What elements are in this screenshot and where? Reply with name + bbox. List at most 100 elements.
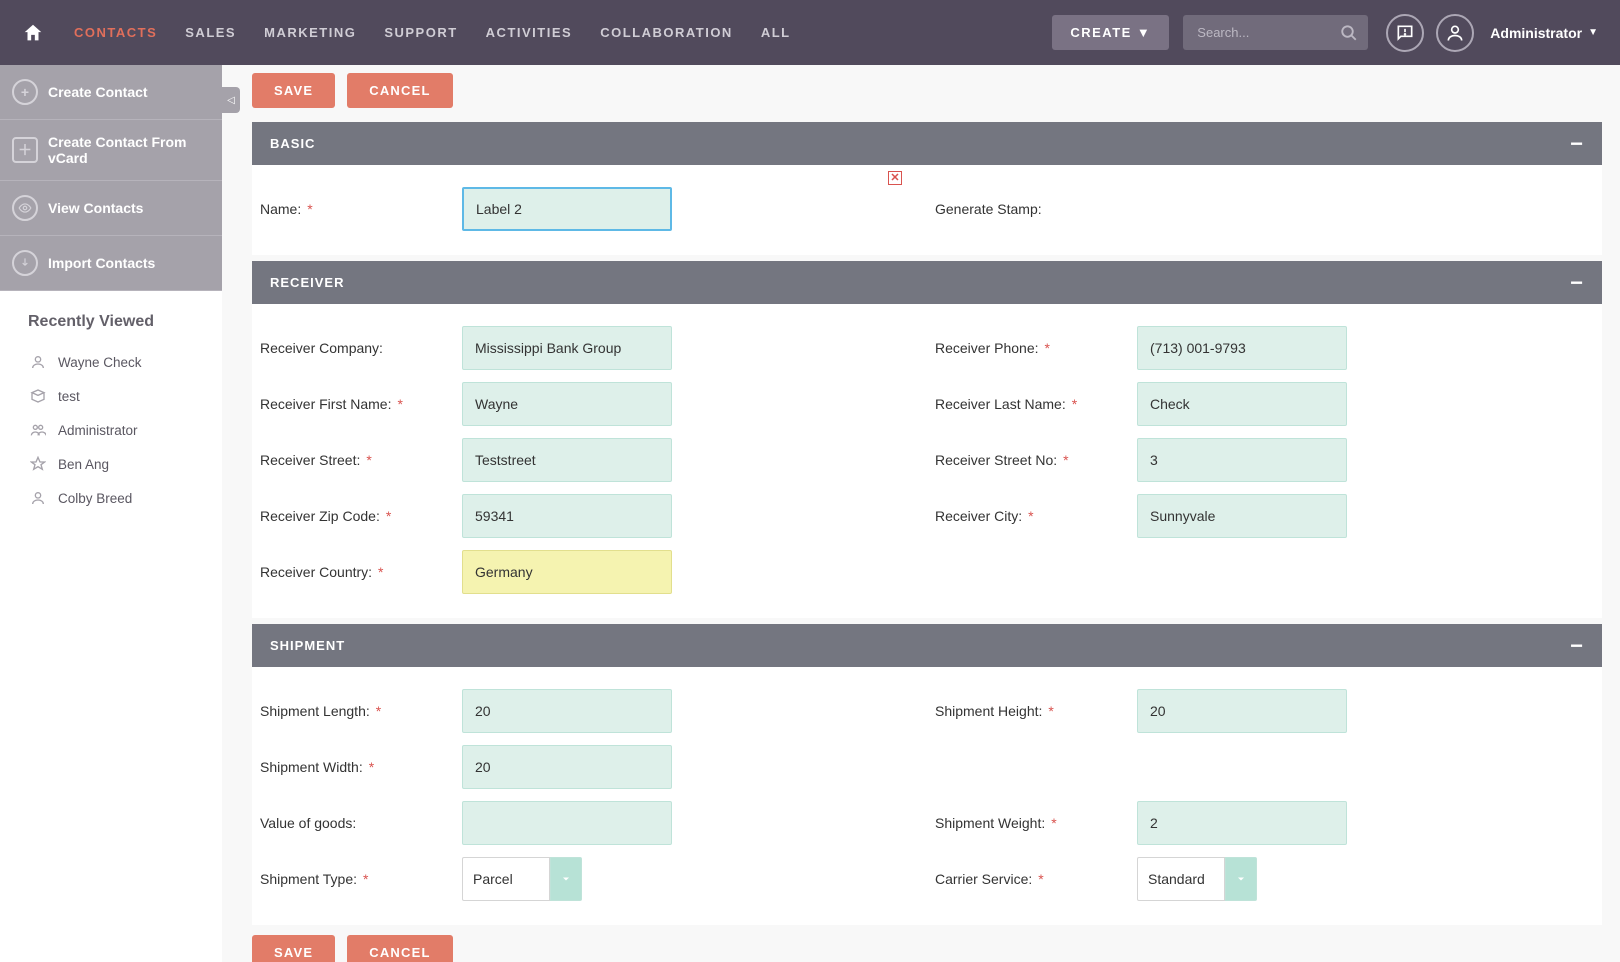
save-button-bottom[interactable]: SAVE bbox=[252, 935, 335, 962]
field-label: Shipment Height:* bbox=[927, 703, 1137, 719]
download-icon bbox=[12, 250, 38, 276]
recent-item-label: Ben Ang bbox=[58, 457, 109, 472]
field-label: Receiver Company: bbox=[252, 340, 462, 356]
field-label: Receiver Street No:* bbox=[927, 452, 1137, 468]
box-icon bbox=[28, 386, 48, 406]
cancel-button[interactable]: CANCEL bbox=[347, 73, 452, 108]
search-icon[interactable] bbox=[1340, 24, 1358, 42]
user-menu-caret-icon[interactable]: ▼ bbox=[1588, 27, 1598, 38]
field-label: Receiver Street:* bbox=[252, 452, 462, 468]
field-label: Shipment Type:* bbox=[252, 871, 462, 887]
nav-marketing[interactable]: MARKETING bbox=[264, 25, 356, 40]
receiver-first-input[interactable] bbox=[462, 382, 672, 426]
receiver-zip-input[interactable] bbox=[462, 494, 672, 538]
recent-item-label: Wayne Check bbox=[58, 355, 142, 370]
field-label: Shipment Weight:* bbox=[927, 815, 1137, 831]
recent-item[interactable]: Ben Ang bbox=[28, 447, 194, 481]
receiver-country-input[interactable] bbox=[462, 550, 672, 594]
field-label: Receiver Country:* bbox=[252, 564, 462, 580]
field-label: Shipment Width:* bbox=[252, 759, 462, 775]
receiver-streetno-input[interactable] bbox=[1137, 438, 1347, 482]
field-label: Receiver City:* bbox=[927, 508, 1137, 524]
sidebar-item-label: Create Contact From vCard bbox=[48, 134, 210, 166]
receiver-company-input[interactable] bbox=[462, 326, 672, 370]
sidebar-item-label: Import Contacts bbox=[48, 255, 155, 271]
nav-all[interactable]: ALL bbox=[761, 25, 791, 40]
notifications-icon[interactable] bbox=[1386, 14, 1424, 52]
nav-collaboration[interactable]: COLLABORATION bbox=[600, 25, 733, 40]
user-label[interactable]: Administrator bbox=[1490, 25, 1582, 41]
receiver-phone-input[interactable] bbox=[1137, 326, 1347, 370]
field-label: Receiver First Name:* bbox=[252, 396, 462, 412]
section-title: RECEIVER bbox=[270, 275, 344, 290]
nav-activities[interactable]: ACTIVITIES bbox=[486, 25, 573, 40]
section-title: BASIC bbox=[270, 136, 315, 151]
nav-contacts[interactable]: CONTACTS bbox=[74, 25, 157, 40]
recent-item-label: Administrator bbox=[58, 423, 138, 438]
receiver-city-input[interactable] bbox=[1137, 494, 1347, 538]
save-button[interactable]: SAVE bbox=[252, 73, 335, 108]
name-input[interactable] bbox=[462, 187, 672, 231]
section-shipment: SHIPMENT − Shipment Length:* Shipment He… bbox=[252, 624, 1602, 925]
field-label: Receiver Last Name:* bbox=[927, 396, 1137, 412]
user-icon[interactable] bbox=[1436, 14, 1474, 52]
shipment-width-input[interactable] bbox=[462, 745, 672, 789]
field-label: Name:* bbox=[252, 201, 462, 217]
field-label: Generate Stamp: bbox=[927, 201, 1137, 217]
sidebar-item-label: Create Contact bbox=[48, 84, 148, 100]
collapse-icon: − bbox=[1570, 278, 1584, 288]
create-button[interactable]: CREATE ▼ bbox=[1052, 15, 1169, 50]
field-label: Value of goods: bbox=[252, 815, 462, 831]
dropdown-icon[interactable] bbox=[1225, 857, 1257, 901]
section-basic-header[interactable]: BASIC − bbox=[252, 122, 1602, 165]
people-icon bbox=[28, 420, 48, 440]
recent-item[interactable]: test bbox=[28, 379, 194, 413]
section-receiver: RECEIVER − Receiver Company: Receiver Ph… bbox=[252, 261, 1602, 618]
section-shipment-header[interactable]: SHIPMENT − bbox=[252, 624, 1602, 667]
nav-links: CONTACTS SALES MARKETING SUPPORT ACTIVIT… bbox=[74, 25, 1052, 40]
main-content: SAVE CANCEL BASIC − ✕ Name:* Generate St… bbox=[222, 65, 1620, 962]
sidebar: ◁ + Create Contact ＋ Create Contact From… bbox=[0, 65, 222, 962]
shipment-height-input[interactable] bbox=[1137, 689, 1347, 733]
section-title: SHIPMENT bbox=[270, 638, 345, 653]
receiver-last-input[interactable] bbox=[1137, 382, 1347, 426]
cancel-button-bottom[interactable]: CANCEL bbox=[347, 935, 452, 962]
star-icon bbox=[28, 454, 48, 474]
shipment-weight-input[interactable] bbox=[1137, 801, 1347, 845]
recent-item[interactable]: Colby Breed bbox=[28, 481, 194, 515]
clear-icon[interactable]: ✕ bbox=[888, 171, 902, 185]
recent-item-label: Colby Breed bbox=[58, 491, 132, 506]
person-icon bbox=[28, 488, 48, 508]
sidebar-create-contact[interactable]: + Create Contact bbox=[0, 65, 222, 120]
collapse-icon: − bbox=[1570, 641, 1584, 651]
field-label: Receiver Zip Code:* bbox=[252, 508, 462, 524]
sidebar-create-vcard[interactable]: ＋ Create Contact From vCard bbox=[0, 120, 222, 181]
dropdown-icon[interactable] bbox=[550, 857, 582, 901]
sidebar-collapse-icon[interactable]: ◁ bbox=[222, 87, 240, 113]
receiver-street-input[interactable] bbox=[462, 438, 672, 482]
carrier-service-select[interactable] bbox=[1137, 857, 1225, 901]
recent-item[interactable]: Administrator bbox=[28, 413, 194, 447]
shipment-length-input[interactable] bbox=[462, 689, 672, 733]
nav-support[interactable]: SUPPORT bbox=[384, 25, 457, 40]
card-icon: ＋ bbox=[12, 137, 38, 163]
top-nav: CONTACTS SALES MARKETING SUPPORT ACTIVIT… bbox=[0, 0, 1620, 65]
value-of-goods-input[interactable] bbox=[462, 801, 672, 845]
nav-sales[interactable]: SALES bbox=[185, 25, 236, 40]
field-label: Receiver Phone:* bbox=[927, 340, 1137, 356]
sidebar-view-contacts[interactable]: View Contacts bbox=[0, 181, 222, 236]
recently-viewed-title: Recently Viewed bbox=[28, 313, 194, 331]
recent-item[interactable]: Wayne Check bbox=[28, 345, 194, 379]
person-icon bbox=[28, 352, 48, 372]
eye-icon bbox=[12, 195, 38, 221]
sidebar-import-contacts[interactable]: Import Contacts bbox=[0, 236, 222, 291]
collapse-icon: − bbox=[1570, 139, 1584, 149]
sidebar-item-label: View Contacts bbox=[48, 200, 143, 216]
shipment-type-select[interactable] bbox=[462, 857, 550, 901]
home-icon[interactable] bbox=[22, 22, 44, 44]
field-label: Carrier Service:* bbox=[927, 871, 1137, 887]
field-label: Shipment Length:* bbox=[252, 703, 462, 719]
section-receiver-header[interactable]: RECEIVER − bbox=[252, 261, 1602, 304]
plus-icon: + bbox=[12, 79, 38, 105]
recent-item-label: test bbox=[58, 389, 80, 404]
